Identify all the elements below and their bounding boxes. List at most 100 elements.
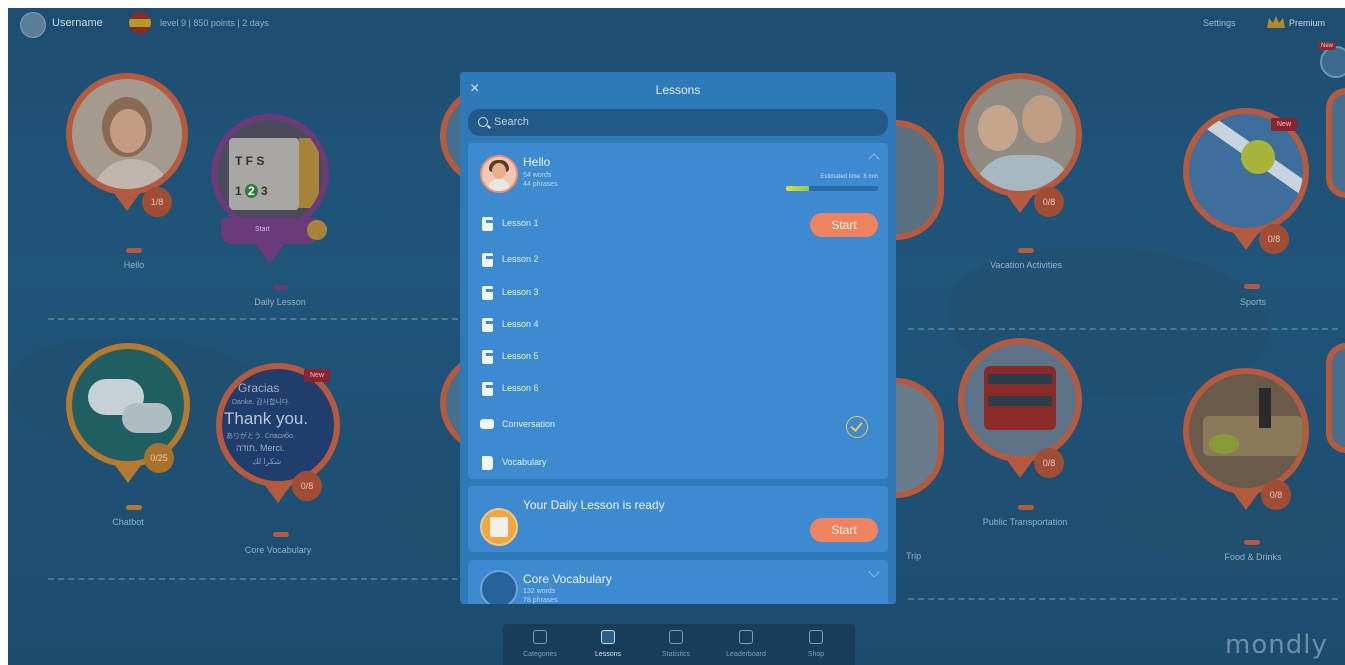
lesson-row-4[interactable]: Lesson 4 — [482, 315, 882, 337]
lesson-icon — [482, 382, 493, 396]
hello-words: 54 words — [523, 172, 552, 179]
spain-flag-icon[interactable] — [129, 12, 151, 34]
crown-icon[interactable] — [1266, 15, 1286, 29]
thank-you-line3: Thank you. — [224, 409, 309, 428]
pin-chatbot-label: Chatbot — [112, 517, 144, 527]
nav-shop[interactable]: Shop — [783, 624, 849, 665]
pin-transport-count: 0/8 — [1034, 448, 1064, 478]
lessons-modal: × Lessons Search Hello 54 words 44 phras… — [460, 72, 896, 604]
lesson-icon — [482, 253, 493, 267]
nav-label: Leaderboard — [726, 651, 766, 658]
check-circle-icon — [846, 416, 868, 438]
corner-badge-button[interactable]: New — [1318, 42, 1345, 78]
pin-food-count: 0/8 — [1261, 480, 1291, 510]
username[interactable]: Username — [52, 17, 103, 29]
conversation-row[interactable]: Conversation — [480, 415, 882, 437]
categories-icon — [533, 630, 547, 644]
estimated-time: Estimated time: 8 min — [820, 174, 878, 180]
nav-label: Statistics — [661, 651, 690, 658]
lesson-icon — [482, 217, 493, 231]
shop-cart-icon — [809, 630, 823, 644]
lesson-icon — [482, 318, 493, 332]
pin-food-drinks-label: Food & Drinks — [1224, 552, 1282, 562]
lesson-label: Lesson 3 — [502, 287, 539, 297]
corner-new-tag: New — [1318, 42, 1337, 50]
lesson-label: Lesson 5 — [502, 351, 539, 361]
lesson-row-2[interactable]: Lesson 2 — [482, 250, 882, 272]
pin-chatbot-count: 0/25 — [144, 443, 174, 473]
pin-sports-new-tag: New — [1271, 118, 1298, 131]
pin-daily-lesson-label: Daily Lesson — [254, 297, 306, 307]
lesson-label: Lesson 1 — [502, 218, 539, 228]
daily-lesson-start-button[interactable]: Start — [810, 518, 878, 542]
lesson-icon — [482, 286, 493, 300]
lesson-card-core-vocabulary[interactable]: Core Vocabulary 132 words 78 phrases — [468, 560, 888, 604]
premium-link[interactable]: Premium — [1289, 18, 1325, 28]
pin-hello-label: Hello — [123, 260, 145, 270]
modal-title: Lessons — [655, 83, 701, 97]
lesson-label: Lesson 2 — [502, 254, 539, 264]
lesson-progress-bar — [786, 186, 878, 191]
lesson-card-hello: Hello 54 words 44 phrases Estimated time… — [468, 143, 888, 479]
pin-sports-count: 0/8 — [1259, 224, 1289, 254]
lesson-row-6[interactable]: Lesson 6 — [482, 379, 882, 401]
pin-vacation-label: Vacation Activities — [990, 260, 1062, 270]
nav-leaderboard[interactable]: Leaderboard — [713, 624, 779, 665]
hello-phrases: 44 phrases — [523, 181, 558, 188]
lesson-icon — [482, 350, 493, 364]
pin-daily-start: Start — [255, 226, 270, 233]
top-bar: Username level 9 | 850 points | 2 days S… — [8, 8, 1345, 40]
pin-public-transportation-label: Public Transportation — [982, 517, 1068, 527]
pin-core-count: 0/8 — [292, 471, 322, 501]
pin-core-new-tag: New — [304, 369, 331, 382]
thank-you-line5: תודה. Merci. — [236, 443, 285, 453]
thank-you-line4: ありがとう. Спасибо. — [226, 433, 295, 440]
chevron-down-icon[interactable] — [868, 566, 880, 578]
calendar-icon — [480, 508, 518, 546]
bottom-nav: Categories Lessons Statistics Leaderboar… — [503, 624, 855, 665]
vocabulary-row[interactable]: Vocabulary — [482, 453, 882, 475]
user-avatar[interactable] — [20, 12, 46, 38]
leaderboard-icon — [739, 630, 753, 644]
pin-trip-label: Trip — [906, 551, 922, 561]
nav-categories[interactable]: Categories — [507, 624, 573, 665]
pin-sports-label: Sports — [1239, 297, 1266, 307]
pin-hello-count: 1/8 — [142, 187, 172, 217]
chevron-up-icon[interactable] — [868, 153, 880, 165]
lesson-1-start-button[interactable]: Start — [810, 213, 878, 237]
lesson-row-5[interactable]: Lesson 5 — [482, 347, 882, 369]
nav-statistics[interactable]: Statistics — [643, 624, 709, 665]
thank-you-line1: Gracias — [238, 381, 280, 395]
lesson-row-3[interactable]: Lesson 3 — [482, 283, 882, 305]
nav-label: Lessons — [594, 651, 622, 658]
hello-avatar — [480, 155, 518, 193]
user-stats: level 9 | 850 points | 2 days — [160, 18, 269, 28]
core-vocabulary-phrases: 78 phrases — [523, 597, 558, 604]
nav-label: Shop — [807, 651, 825, 658]
book-icon — [482, 456, 493, 470]
search-input[interactable]: Search — [468, 109, 888, 136]
map-background: Username level 9 | 850 points | 2 days S… — [8, 8, 1345, 665]
core-vocabulary-title: Core Vocabulary — [523, 572, 612, 586]
thank-you-line6: شكرا لك — [252, 457, 282, 466]
lesson-label: Lesson 6 — [502, 383, 539, 393]
chat-bubble-icon — [480, 419, 494, 429]
lessons-icon — [601, 630, 615, 644]
pin-vacation-count: 0/8 — [1034, 187, 1064, 217]
nav-label: Categories — [523, 651, 557, 658]
lesson-progress-fill — [786, 186, 809, 191]
pin-core-vocabulary-label: Core Vocabulary — [244, 545, 312, 555]
search-icon — [478, 117, 488, 127]
daily-lesson-card: Your Daily Lesson is ready Start — [468, 486, 888, 552]
statistics-icon — [669, 630, 683, 644]
mondly-logo: mondly — [1225, 630, 1328, 660]
vocabulary-label: Vocabulary — [502, 457, 547, 467]
core-vocabulary-words: 132 words — [523, 588, 556, 595]
thank-you-line2: Danke. 감사합니다. — [232, 399, 291, 406]
settings-link[interactable]: Settings — [1203, 18, 1236, 28]
core-vocabulary-icon — [480, 570, 518, 604]
lesson-label: Lesson 4 — [502, 319, 539, 329]
nav-lessons[interactable]: Lessons — [575, 624, 641, 665]
conversation-label: Conversation — [502, 419, 556, 429]
daily-lesson-title: Your Daily Lesson is ready — [523, 498, 665, 512]
